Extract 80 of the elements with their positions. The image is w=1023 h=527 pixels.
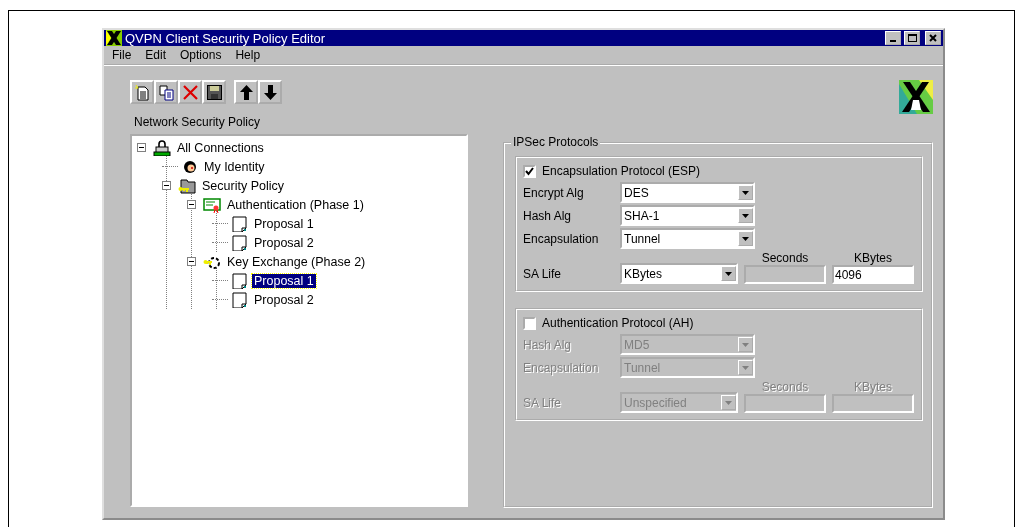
- minus-icon: [138, 144, 145, 151]
- column-heading: KBytes: [854, 380, 892, 394]
- close-icon: [929, 34, 937, 42]
- collapse-toggle[interactable]: [187, 200, 196, 209]
- folder-key-icon: [178, 177, 196, 194]
- dropdown[interactable]: SHA-1: [620, 205, 755, 226]
- checkbox-label: Authentication Protocol (AH): [542, 316, 694, 330]
- minus-icon: [188, 258, 195, 265]
- save-icon: [205, 83, 223, 101]
- menu-item[interactable]: Edit: [145, 48, 167, 62]
- caret-icon: [724, 269, 733, 278]
- window-title: QVPN Client Security Policy Editor: [125, 30, 327, 46]
- maximize-icon: [907, 34, 917, 42]
- field-label: Encrypt Alg: [523, 185, 585, 200]
- down-arrow-button[interactable]: [258, 80, 282, 104]
- delete-icon: [181, 83, 199, 101]
- save-button[interactable]: [202, 80, 226, 104]
- input-field[interactable]: [744, 394, 826, 413]
- minimize-button[interactable]: [885, 31, 901, 45]
- tree-item[interactable]: Proposal 2: [252, 292, 316, 307]
- field-label: SA Life: [523, 396, 563, 412]
- collapse-toggle[interactable]: [137, 143, 146, 152]
- document-icon: [230, 234, 248, 251]
- dropdown[interactable]: Tunnel: [620, 228, 755, 249]
- tree-item[interactable]: Authentication (Phase 1): [225, 197, 366, 212]
- menu-item[interactable]: File: [112, 48, 132, 62]
- up-arrow-button[interactable]: [234, 80, 258, 104]
- tree-item[interactable]: Proposal 1: [252, 216, 316, 231]
- input-field[interactable]: [744, 265, 826, 284]
- menu-item[interactable]: Help: [235, 48, 261, 62]
- delete-button[interactable]: [178, 80, 202, 104]
- group-title: IPSec Protocols: [511, 135, 601, 149]
- caret-icon: [741, 188, 750, 197]
- collapse-toggle[interactable]: [187, 257, 196, 266]
- dropdown[interactable]: DES: [620, 182, 755, 203]
- tree-item[interactable]: Security Policy: [200, 178, 286, 193]
- checkbox[interactable]: [523, 164, 536, 178]
- caret-icon: [724, 398, 733, 407]
- minus-icon: [188, 201, 195, 208]
- caret-icon: [741, 211, 750, 220]
- checkbox[interactable]: [523, 316, 536, 330]
- collapse-toggle[interactable]: [162, 181, 171, 190]
- minus-icon: [163, 182, 170, 189]
- field-label: Hash Alg: [523, 208, 573, 223]
- logo-icon: [899, 80, 933, 114]
- tree-item[interactable]: My Identity: [202, 159, 267, 174]
- maximize-button[interactable]: [904, 31, 920, 45]
- close-button[interactable]: [925, 31, 941, 45]
- input-field[interactable]: [832, 394, 914, 413]
- caret-icon: [741, 363, 750, 372]
- tree-item[interactable]: Key Exchange (Phase 2): [225, 254, 368, 269]
- toolbar-caption: Network Security Policy: [134, 115, 262, 129]
- field-label: Encapsulation: [523, 231, 600, 246]
- tree-item[interactable]: Proposal 1: [252, 273, 316, 288]
- new-document-button[interactable]: [130, 80, 154, 104]
- copy-button[interactable]: [154, 80, 178, 104]
- field-label: Hash Alg: [523, 337, 573, 352]
- copy-icon: [157, 83, 175, 101]
- input-field[interactable]: 4096: [832, 265, 914, 284]
- tree-item[interactable]: Proposal 2: [252, 235, 316, 250]
- caret-icon: [741, 340, 750, 349]
- certificate-icon: [203, 196, 221, 213]
- column-heading: Seconds: [761, 380, 809, 394]
- logo-icon: [106, 30, 122, 46]
- field-label: Encapsulation: [523, 360, 600, 375]
- tree-item[interactable]: All Connections: [175, 140, 266, 155]
- caret-icon: [741, 234, 750, 243]
- menu-item[interactable]: Options: [180, 48, 222, 62]
- new-document-icon: [133, 83, 151, 101]
- up-arrow-icon: [237, 83, 255, 101]
- document-icon: [230, 291, 248, 308]
- field-label: SA Life: [523, 267, 563, 283]
- document-icon: [230, 215, 248, 232]
- down-arrow-icon: [261, 83, 279, 101]
- document-icon: [230, 272, 248, 289]
- dropdown[interactable]: KBytes: [620, 263, 738, 284]
- padlock-icon: [153, 139, 171, 156]
- column-heading: KBytes: [854, 251, 892, 265]
- checkbox-label: Encapsulation Protocol (ESP): [542, 164, 701, 178]
- column-heading: Seconds: [761, 251, 809, 265]
